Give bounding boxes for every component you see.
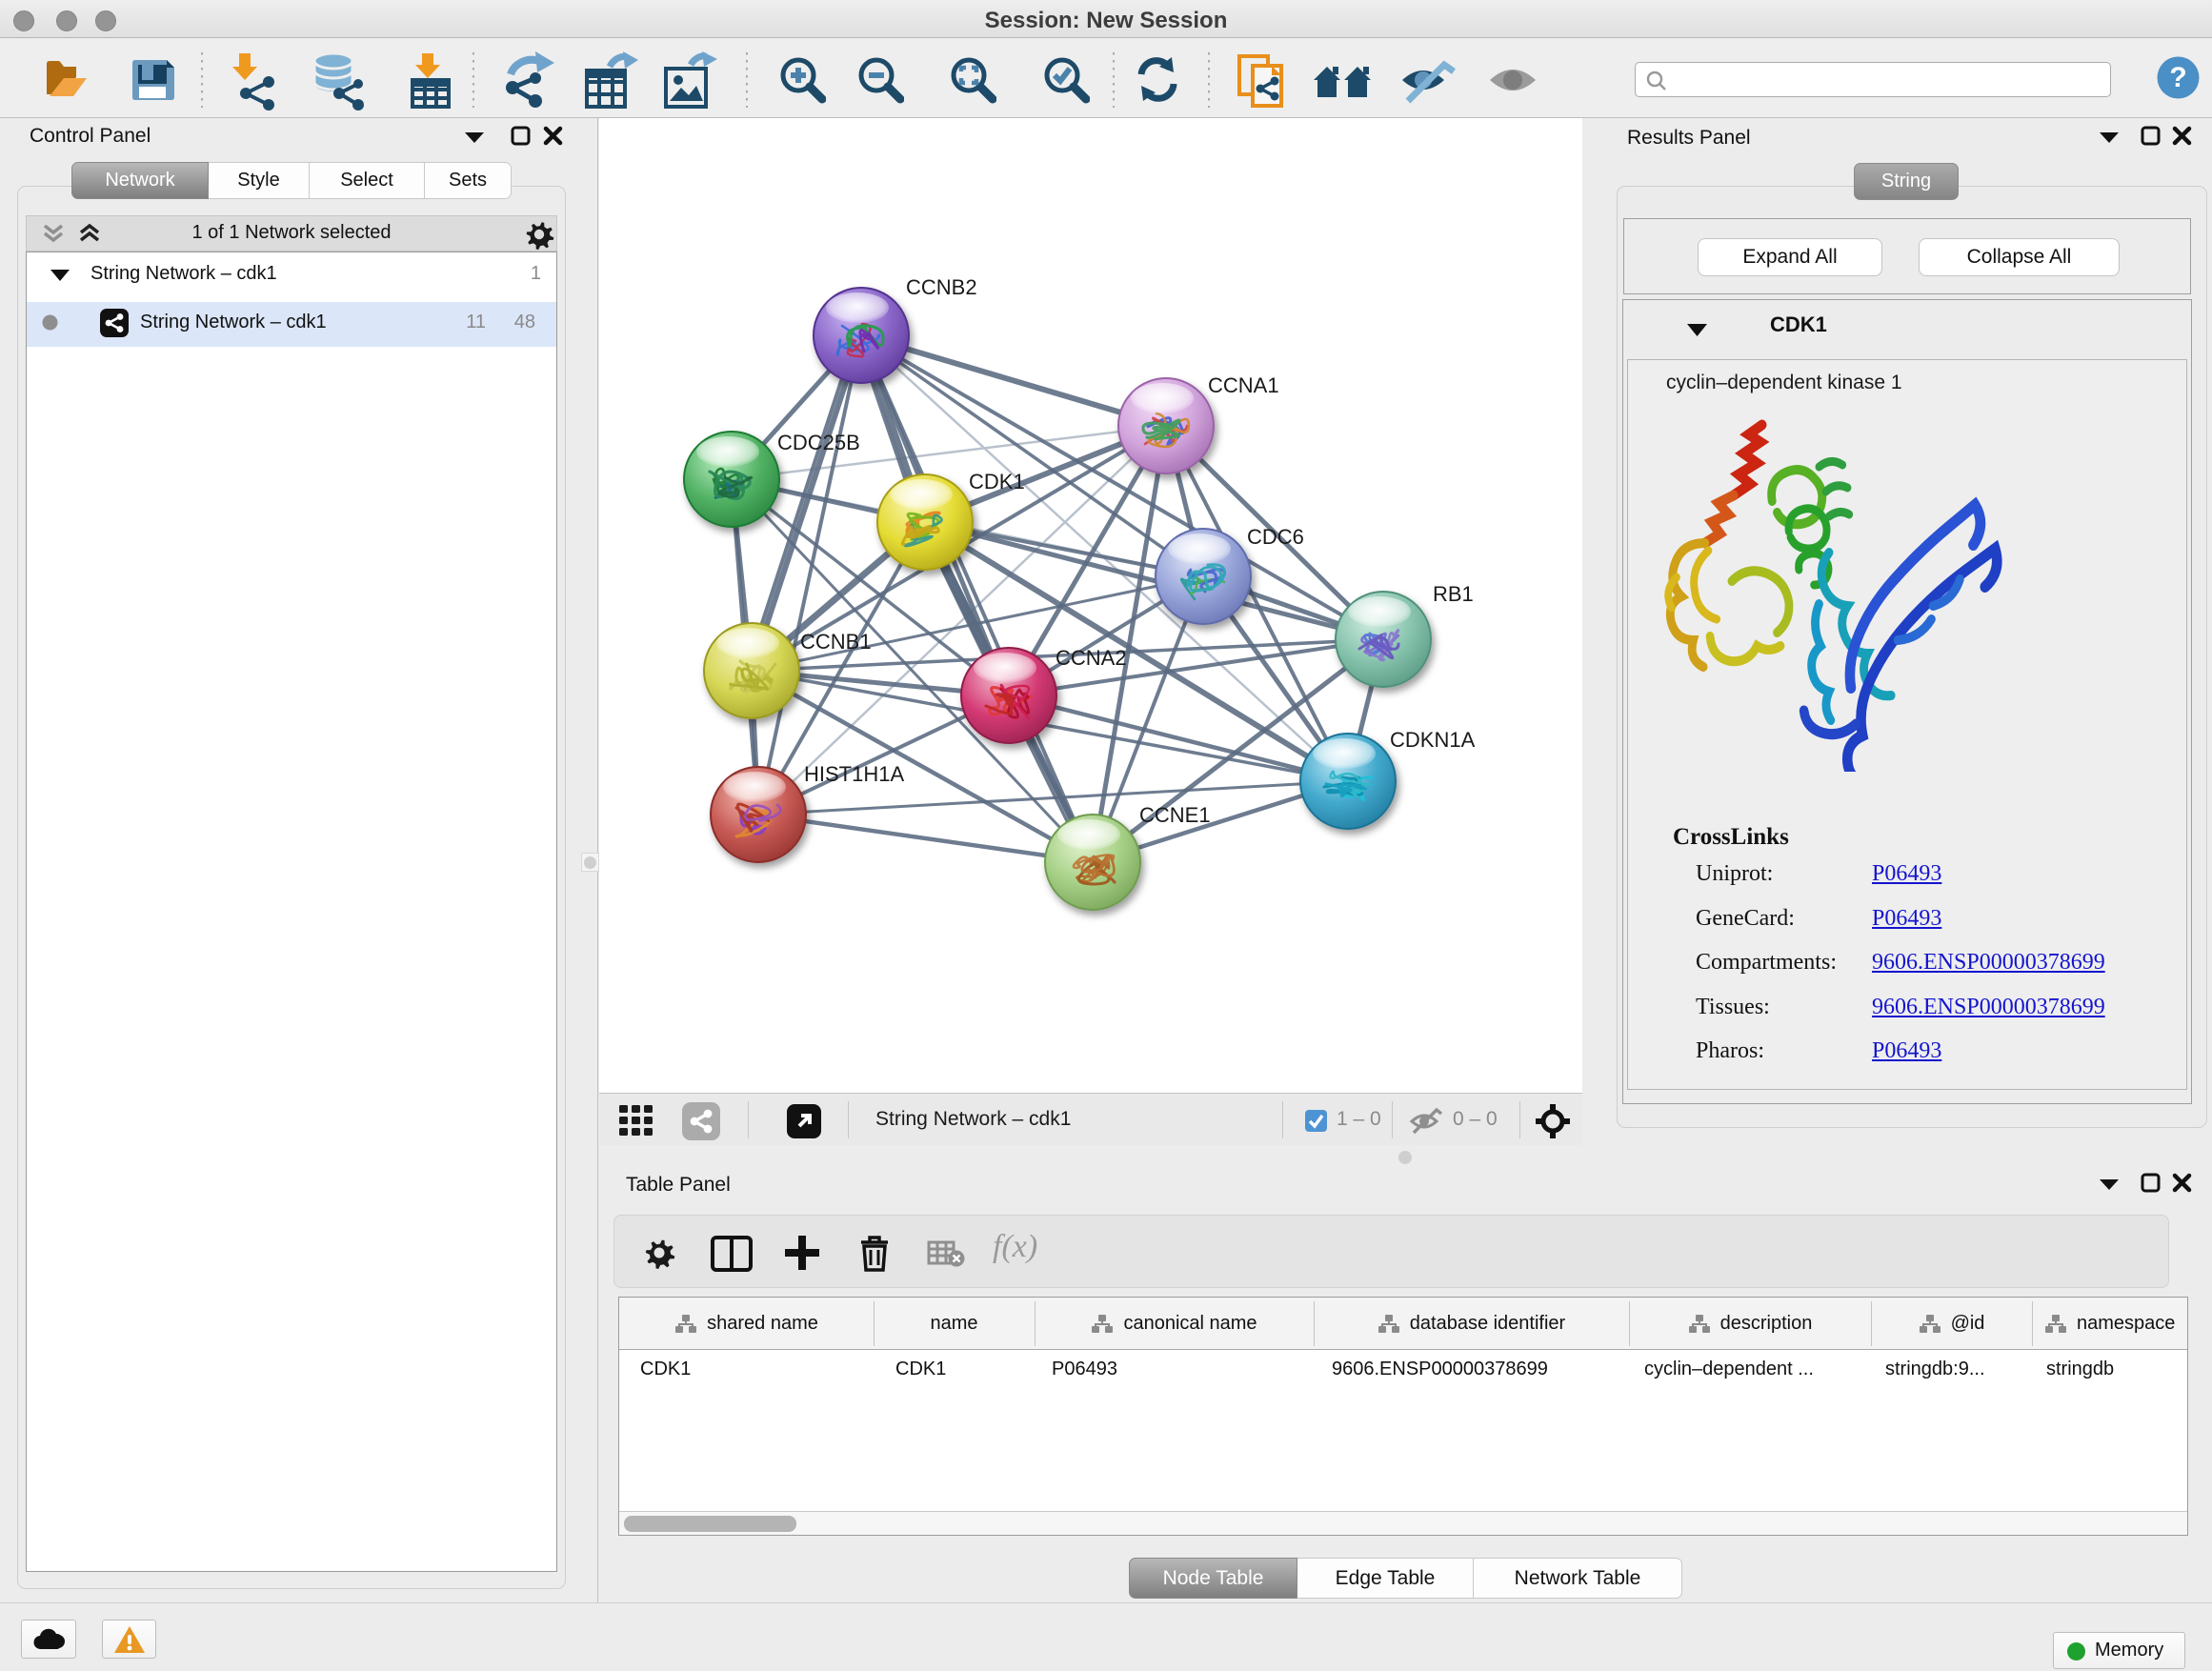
svg-text:RB1: RB1 — [1433, 582, 1474, 606]
svg-text:CCNE1: CCNE1 — [1139, 803, 1211, 827]
svg-text:CCNB2: CCNB2 — [906, 275, 977, 299]
svg-text:CDKN1A: CDKN1A — [1390, 728, 1476, 752]
svg-text:CDC6: CDC6 — [1247, 525, 1304, 549]
svg-text:CDC25B: CDC25B — [777, 431, 860, 454]
svg-text:CDK1: CDK1 — [969, 470, 1025, 493]
svg-text:CCNA2: CCNA2 — [1056, 646, 1127, 670]
svg-text:HIST1H1A: HIST1H1A — [804, 762, 904, 786]
svg-text:CCNB1: CCNB1 — [800, 630, 872, 654]
svg-text:CCNA1: CCNA1 — [1208, 373, 1279, 397]
svg-text:?: ? — [2169, 62, 2186, 93]
